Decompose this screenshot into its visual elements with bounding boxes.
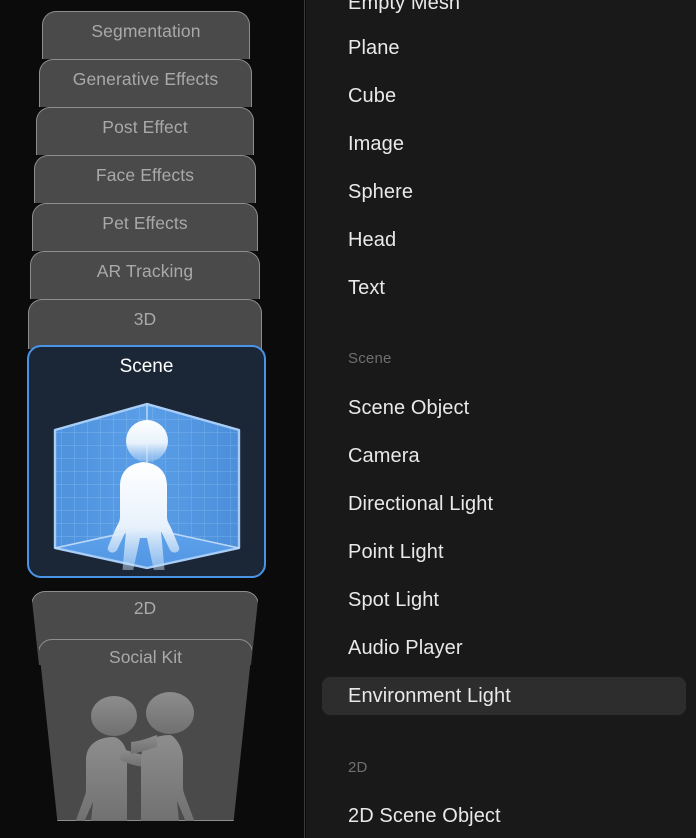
category-card-scene-label: Scene xyxy=(119,356,174,377)
list-item-text[interactable]: Text xyxy=(322,269,686,307)
list-item-label: Point Light xyxy=(348,540,444,563)
list-item-label: Sphere xyxy=(348,180,414,203)
list-item-environment-light[interactable]: Environment Light xyxy=(322,677,686,715)
category-tab-label: Generative Effects xyxy=(72,69,219,89)
category-tab-2d-label: 2D xyxy=(133,598,157,618)
category-tab-pet-effects[interactable]: Pet Effects xyxy=(32,203,258,251)
list-item-spot-light[interactable]: Spot Light xyxy=(322,581,686,619)
category-tab-label: Segmentation xyxy=(91,21,201,41)
category-tab-label: Face Effects xyxy=(95,165,195,185)
list-item-camera[interactable]: Camera xyxy=(322,437,686,475)
list-item-label: Scene Object xyxy=(348,396,470,419)
list-item-directional-light[interactable]: Directional Light xyxy=(322,485,686,523)
list-item-label: Empty Mesh xyxy=(348,0,461,14)
two-people-icon xyxy=(61,691,231,825)
list-item-label: Audio Player xyxy=(348,636,463,659)
category-tab-label: 3D xyxy=(133,309,157,329)
list-item-label: Directional Light xyxy=(348,492,494,515)
list-item-label: Camera xyxy=(348,444,420,467)
list-item-point-light[interactable]: Point Light xyxy=(322,533,686,571)
category-card-scene[interactable]: Scene xyxy=(27,345,266,581)
category-tab-social-kit-label: Social Kit xyxy=(109,647,182,667)
category-tab-segmentation[interactable]: Segmentation xyxy=(42,11,250,59)
object-type-list: Empty Mesh Plane Cube Image Sphere Head Text Sc… xyxy=(306,0,696,838)
category-tab-face-effects[interactable]: Face Effects xyxy=(34,155,256,203)
list-section-header-scene: Scene xyxy=(348,349,392,367)
list-item-label: Image xyxy=(348,132,405,155)
list-item-plane[interactable]: Plane xyxy=(322,29,686,67)
list-item-2d-scene-object[interactable]: 2D Scene Object xyxy=(322,797,686,835)
list-item-label: Environment Light xyxy=(348,684,511,707)
category-rail: Segmentation Generative Effects Post Effec… xyxy=(0,0,306,838)
category-tab-social-kit[interactable]: Social Kit xyxy=(38,639,253,825)
list-item-label: Cube xyxy=(348,84,397,107)
category-tab-ar-tracking[interactable]: AR Tracking xyxy=(30,251,260,299)
list-item-label: 2D Scene Object xyxy=(348,804,501,827)
panel-divider xyxy=(304,0,305,838)
category-tab-label: Post Effect xyxy=(102,117,188,137)
category-tab-label: Pet Effects xyxy=(102,213,188,233)
scene-room-person-icon xyxy=(49,394,245,581)
list-item-cube[interactable]: Cube xyxy=(322,77,686,115)
list-item-image[interactable]: Image xyxy=(322,125,686,163)
category-tab-generative-effects[interactable]: Generative Effects xyxy=(39,59,252,107)
list-item-empty-mesh[interactable]: Empty Mesh xyxy=(322,0,686,22)
list-item-label: Text xyxy=(348,276,386,299)
list-item-label: Plane xyxy=(348,36,400,59)
category-tab-post-effect[interactable]: Post Effect xyxy=(36,107,254,155)
category-tab-3d[interactable]: 3D xyxy=(28,299,262,349)
list-section-header-2d: 2D xyxy=(348,758,368,776)
list-item-scene-object[interactable]: Scene Object xyxy=(322,389,686,427)
list-item-label: Head xyxy=(348,228,397,251)
list-item-label: Spot Light xyxy=(348,588,440,611)
asset-picker-panel: Segmentation Generative Effects Post Effec… xyxy=(0,0,696,838)
category-tab-label: AR Tracking xyxy=(96,261,194,281)
list-item-head[interactable]: Head xyxy=(322,221,686,259)
list-item-audio-player[interactable]: Audio Player xyxy=(322,629,686,667)
list-item-sphere[interactable]: Sphere xyxy=(322,173,686,211)
